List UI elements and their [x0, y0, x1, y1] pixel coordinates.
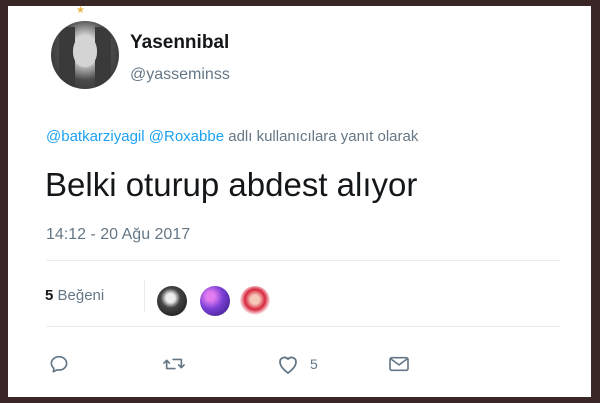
liker-avatar[interactable] [200, 286, 230, 316]
like-count: 5 [310, 356, 318, 372]
star-icon: ★ [76, 6, 85, 16]
timestamp[interactable]: 14:12 - 20 Ağu 2017 [46, 226, 190, 244]
mention-link[interactable]: @Roxabbe [149, 128, 224, 145]
reply-context: @batkarziyagil @Roxabbe adlı kullanıcıla… [46, 128, 418, 145]
heart-icon [279, 356, 297, 374]
display-name[interactable]: Yasennibal [130, 32, 229, 54]
retweet-button[interactable] [162, 353, 186, 375]
reply-icon [50, 355, 68, 373]
liker-avatar[interactable] [157, 286, 187, 316]
likes-label: Beğeni [57, 287, 105, 304]
reply-button[interactable] [48, 353, 70, 375]
reply-context-text: adlı kullanıcılara yanıt olarak [228, 128, 419, 145]
divider [46, 260, 560, 261]
avatar[interactable] [51, 21, 119, 89]
tweet-text: Belki oturup abdest alıyor [45, 166, 418, 203]
divider [46, 326, 560, 327]
likes-count[interactable]: 5 Beğeni [45, 287, 104, 304]
likes-number: 5 [45, 287, 54, 304]
divider [144, 280, 145, 312]
retweet-icon [163, 358, 185, 370]
user-handle[interactable]: @yasseminss [130, 66, 230, 84]
mention-link[interactable]: @batkarziyagil [46, 128, 145, 145]
message-button[interactable] [388, 353, 410, 375]
liker-avatar[interactable] [240, 286, 270, 316]
tweet-card: ★ Yasennibal @yasseminss @batkarziyagil … [8, 6, 591, 397]
envelope-icon [389, 356, 409, 372]
like-button[interactable]: 5 [276, 353, 318, 375]
